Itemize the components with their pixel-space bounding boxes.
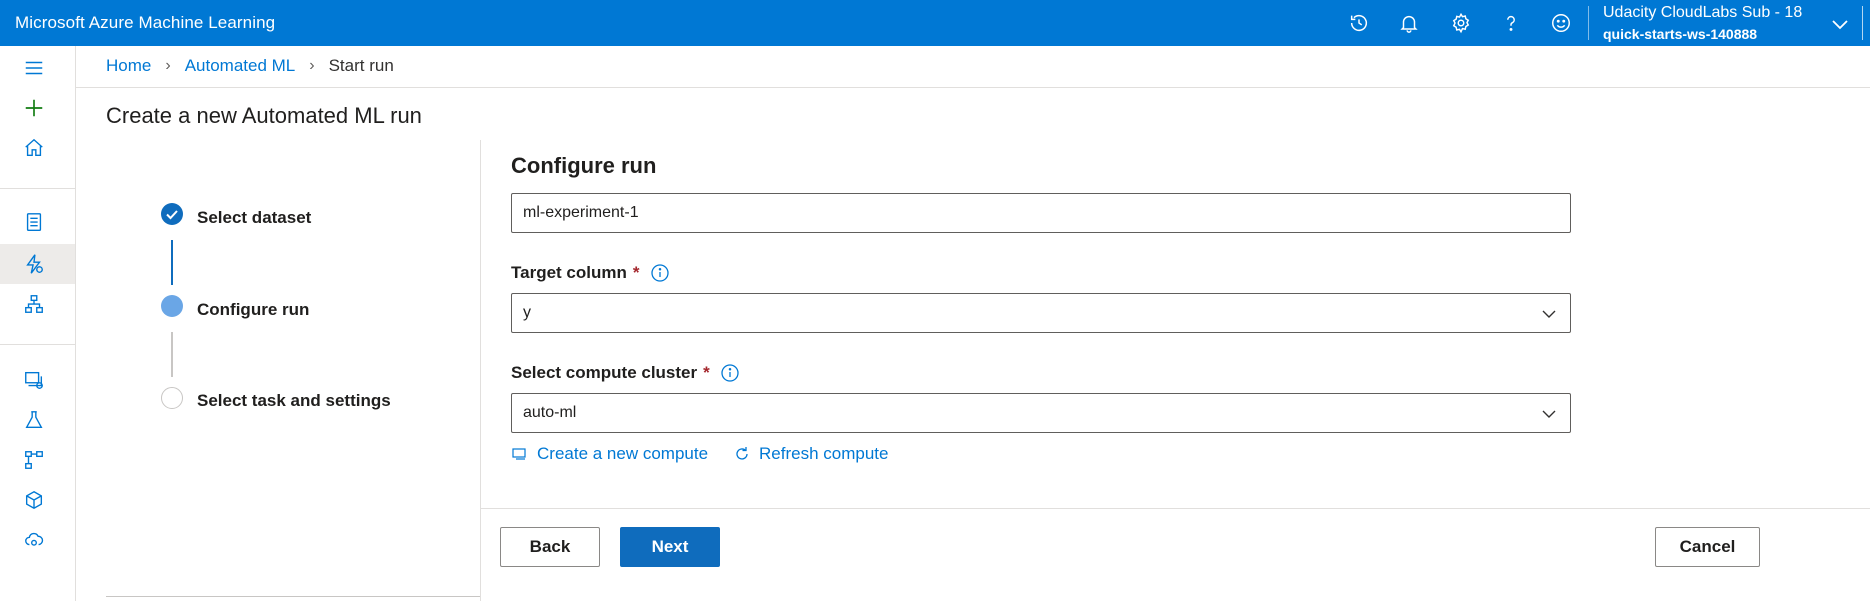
create-compute-label: Create a new compute (537, 444, 709, 463)
breadcrumb-divider (76, 87, 1870, 88)
cancel-button[interactable]: Cancel (1655, 527, 1760, 567)
models-icon[interactable] (18, 484, 50, 516)
bell-icon[interactable] (1396, 10, 1422, 36)
hamburger-icon[interactable] (18, 52, 50, 84)
section-title: Configure run (511, 153, 657, 178)
breadcrumb: Home › Automated ML › Start run (106, 56, 394, 76)
add-icon[interactable] (18, 92, 50, 124)
step-configure-run[interactable]: Configure run (197, 300, 309, 320)
header-edge-divider (1862, 6, 1863, 40)
required-marker: * (632, 263, 640, 282)
steps-bottom-rule (106, 596, 480, 597)
required-marker: * (703, 363, 710, 382)
chevron-down-icon[interactable] (1830, 14, 1850, 34)
chevron-right-icon: › (165, 57, 171, 74)
refresh-compute-label: Refresh compute (759, 444, 889, 463)
compute-cluster-value: auto-ml (523, 404, 577, 421)
notebook-icon[interactable] (18, 206, 50, 238)
target-column-value: y (523, 304, 531, 321)
designer-icon[interactable] (18, 288, 50, 320)
compute-icon (512, 448, 526, 460)
left-nav (0, 46, 76, 601)
breadcrumb-current: Start run (328, 56, 394, 75)
info-icon[interactable] (720, 363, 740, 383)
compute-cluster-dropdown[interactable]: auto-ml (511, 393, 1571, 433)
footer-divider (481, 508, 1870, 509)
back-button[interactable]: Back (500, 527, 600, 567)
chevron-down-icon (1542, 410, 1556, 418)
panel-divider (480, 140, 481, 601)
endpoints-icon[interactable] (18, 524, 50, 556)
app-title[interactable]: Microsoft Azure Machine Learning (15, 13, 275, 33)
target-column-label-text: Target column (511, 263, 627, 282)
info-icon[interactable] (650, 263, 670, 283)
step-select-dataset[interactable]: Select dataset (197, 208, 311, 228)
target-column-label: Target column * (511, 263, 670, 283)
step-select-task-settings[interactable]: Select task and settings (197, 391, 391, 411)
top-bar: Microsoft Azure Machine Learning Udacity… (0, 0, 1870, 46)
step-connector (171, 332, 173, 377)
page-title: Create a new Automated ML run (106, 103, 422, 128)
step-connector (171, 240, 173, 285)
step-current-indicator (161, 295, 183, 317)
experiments-icon[interactable] (18, 404, 50, 436)
nav-divider (0, 344, 76, 345)
home-icon[interactable] (18, 132, 50, 164)
account-name[interactable]: Udacity CloudLabs Sub - 18 (1603, 4, 1802, 22)
gear-icon[interactable] (1448, 10, 1474, 36)
create-compute-link[interactable]: Create a new compute (511, 444, 708, 464)
chevron-down-icon (1542, 310, 1556, 318)
step-pending-indicator (161, 387, 183, 409)
header-divider (1588, 6, 1589, 40)
step-completed-check-icon (161, 203, 183, 225)
workspace-name[interactable]: quick-starts-ws-140888 (1603, 26, 1757, 42)
smiley-icon[interactable] (1548, 10, 1574, 36)
target-column-dropdown[interactable]: y (511, 293, 1571, 333)
automl-icon[interactable] (18, 248, 50, 280)
experiment-name-input[interactable] (511, 193, 1571, 233)
nav-divider (0, 188, 76, 189)
help-icon[interactable] (1498, 10, 1524, 36)
pipelines-icon[interactable] (18, 444, 50, 476)
refresh-compute-link[interactable]: Refresh compute (733, 444, 888, 464)
chevron-right-icon: › (309, 57, 315, 74)
history-icon[interactable] (1346, 10, 1372, 36)
next-button[interactable]: Next (620, 527, 720, 567)
refresh-icon (736, 447, 748, 460)
compute-cluster-label: Select compute cluster * (511, 363, 740, 383)
datasets-icon[interactable] (18, 364, 50, 396)
compute-cluster-label-text: Select compute cluster (511, 363, 698, 382)
breadcrumb-home[interactable]: Home (106, 56, 151, 76)
breadcrumb-automated-ml[interactable]: Automated ML (185, 56, 296, 76)
